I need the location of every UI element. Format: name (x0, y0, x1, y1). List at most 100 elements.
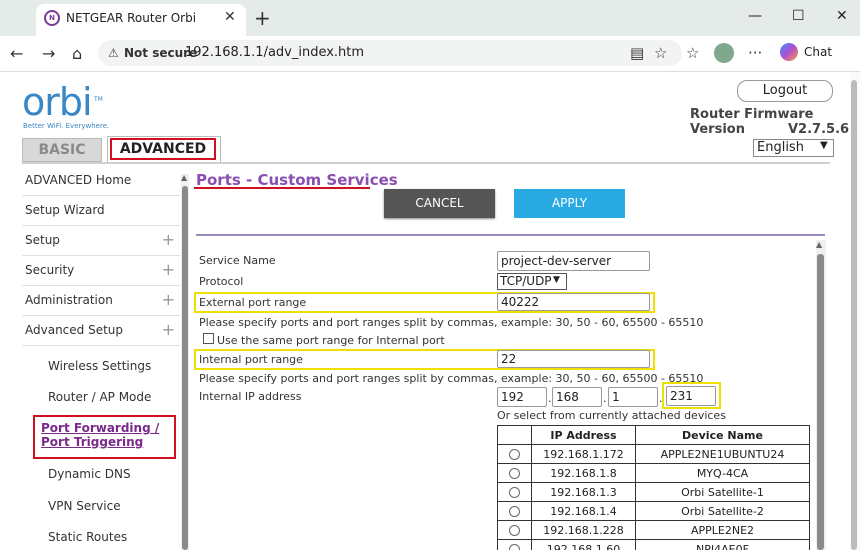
tab-advanced-label[interactable]: ADVANCED (110, 138, 216, 160)
table-row[interactable]: 192.168.1.4 Orbi Satellite-2 (497, 501, 810, 521)
tabs-divider (22, 162, 830, 164)
apply-button[interactable]: APPLY (514, 189, 625, 218)
url-text[interactable]: 192.168.1.1/adv_index.htm (185, 45, 364, 60)
sidebar-item-advanced-home[interactable]: ADVANCED Home (22, 166, 180, 196)
sidebar-scroll-thumb[interactable] (182, 186, 188, 550)
scroll-up-icon[interactable]: ▲ (816, 240, 822, 249)
device-radio-cell[interactable] (497, 444, 532, 464)
forward-icon[interactable]: → (42, 44, 55, 63)
device-name-cell: APPLE2NE2 (635, 520, 810, 540)
sidebar-item-security[interactable]: Security + (22, 256, 180, 286)
internal-port-range-input[interactable]: 22 (497, 350, 650, 368)
sidebar-item-setup[interactable]: Setup + (22, 226, 180, 256)
chevron-down-icon[interactable]: ▼ (553, 275, 560, 285)
device-radio-cell[interactable] (497, 520, 532, 540)
device-radio[interactable] (509, 468, 520, 479)
sidebar-item-label: Setup (25, 233, 60, 247)
home-icon[interactable]: ⌂ (72, 44, 82, 63)
expand-icon[interactable]: + (162, 260, 175, 279)
ip-separator: . (603, 392, 607, 405)
sidebar-subitem-static-routes[interactable]: Static Routes (48, 530, 127, 544)
device-name-cell: APPLE2NE1UBUNTU24 (635, 444, 810, 464)
table-row[interactable]: 192.168.1.228 APPLE2NE2 (497, 520, 810, 540)
same-port-range-label[interactable]: Use the same port range for Internal por… (217, 334, 445, 347)
tab-title[interactable]: NETGEAR Router Orbi (66, 11, 196, 25)
internal-ip-label: Internal IP address (199, 390, 302, 403)
tab-basic[interactable]: BASIC (22, 138, 102, 162)
page-scroll-thumb[interactable] (851, 80, 857, 550)
ip-octet-1-input[interactable]: 192 (497, 387, 547, 407)
favorite-icon[interactable]: ☆ (654, 44, 667, 62)
sidebar: ADVANCED Home Setup Wizard Setup + Securi… (22, 166, 180, 550)
maximize-icon[interactable]: ☐ (792, 8, 805, 24)
table-header-device-name: Device Name (635, 425, 810, 445)
device-name-cell: Orbi Satellite-2 (635, 501, 810, 521)
content-scroll-thumb[interactable] (817, 254, 824, 550)
sidebar-item-setup-wizard[interactable]: Setup Wizard (22, 196, 180, 226)
chat-button[interactable]: Chat (804, 45, 832, 59)
table-header-row: IP Address Device Name (497, 425, 810, 445)
sidebar-subitem-port-forwarding[interactable]: Port Forwarding / Port Triggering (33, 415, 176, 459)
chevron-down-icon[interactable]: ▼ (820, 140, 828, 151)
sidebar-subitem-wireless-settings[interactable]: Wireless Settings (48, 359, 151, 373)
external-port-range-label: External port range (199, 296, 307, 309)
device-radio[interactable] (509, 506, 520, 517)
protocol-label: Protocol (199, 275, 244, 288)
device-name-cell: NPI4AE0F (635, 539, 810, 550)
sidebar-item-label: Security (25, 263, 75, 277)
device-name-cell: Orbi Satellite-1 (635, 482, 810, 502)
expand-icon[interactable]: + (162, 320, 175, 339)
device-radio-cell[interactable] (497, 501, 532, 521)
sidebar-item-advanced-setup[interactable]: Advanced Setup + (22, 316, 180, 346)
ip-octet-3-input[interactable]: 1 (608, 387, 658, 407)
device-radio[interactable] (509, 449, 520, 460)
minimize-icon[interactable]: — (748, 8, 762, 24)
device-table: IP Address Device Name 192.168.1.172 APP… (497, 425, 810, 550)
firmware-version: V2.7.5.6 (788, 122, 850, 137)
device-radio-cell[interactable] (497, 539, 532, 550)
sidebar-subitem-router-ap-mode[interactable]: Router / AP Mode (48, 390, 151, 404)
tab-close-icon[interactable]: ✕ (224, 9, 236, 25)
logout-button[interactable]: Logout (737, 80, 833, 102)
device-radio[interactable] (509, 487, 520, 498)
service-name-input[interactable]: project-dev-server (497, 251, 650, 271)
cancel-button[interactable]: CANCEL (384, 189, 495, 218)
device-radio-cell[interactable] (497, 482, 532, 502)
logo-trademark: TM (94, 96, 103, 103)
table-row[interactable]: 192.168.1.8 MYQ-4CA (497, 463, 810, 483)
sidebar-item-label: Advanced Setup (25, 323, 124, 337)
expand-icon[interactable]: + (162, 230, 175, 249)
sidebar-item-label: Administration (25, 293, 113, 307)
device-radio[interactable] (509, 525, 520, 536)
reader-view-icon[interactable]: ▤ (630, 44, 644, 62)
device-radio[interactable] (509, 544, 520, 550)
new-tab-icon[interactable]: + (254, 6, 271, 30)
device-name-cell: MYQ-4CA (635, 463, 810, 483)
device-ip-cell: 192.168.1.8 (531, 463, 636, 483)
table-header-ip: IP Address (531, 425, 636, 445)
ip-separator: . (548, 392, 552, 405)
device-radio-cell[interactable] (497, 463, 532, 483)
ip-octet-2-input[interactable]: 168 (552, 387, 602, 407)
table-row[interactable]: 192.168.1.3 Orbi Satellite-1 (497, 482, 810, 502)
internal-port-range-label: Internal port range (199, 353, 303, 366)
sidebar-subitem-dynamic-dns[interactable]: Dynamic DNS (48, 467, 131, 481)
sidebar-item-administration[interactable]: Administration + (22, 286, 180, 316)
more-icon[interactable]: ··· (748, 44, 762, 62)
expand-icon[interactable]: + (162, 290, 175, 309)
ip-octet-4-input[interactable]: 231 (666, 386, 716, 406)
table-row[interactable]: 192.168.1.172 APPLE2NE1UBUNTU24 (497, 444, 810, 464)
sidebar-subitem-vpn-service[interactable]: VPN Service (48, 499, 121, 513)
collections-icon[interactable]: ☆ (686, 44, 699, 62)
sidebar-item-label: ADVANCED Home (25, 173, 132, 187)
orbi-logo: orbi (22, 80, 93, 124)
external-port-range-input[interactable]: 40222 (497, 293, 650, 311)
scroll-up-icon[interactable]: ▲ (181, 173, 187, 182)
close-window-icon[interactable]: ✕ (836, 8, 848, 24)
same-port-range-checkbox[interactable] (203, 333, 214, 344)
table-row[interactable]: 192.168.1.60 NPI4AE0F (497, 539, 810, 550)
warning-icon[interactable]: ⚠ (108, 46, 119, 60)
copilot-icon[interactable] (780, 43, 798, 61)
back-icon[interactable]: ← (10, 44, 23, 63)
profile-avatar[interactable] (714, 43, 734, 63)
